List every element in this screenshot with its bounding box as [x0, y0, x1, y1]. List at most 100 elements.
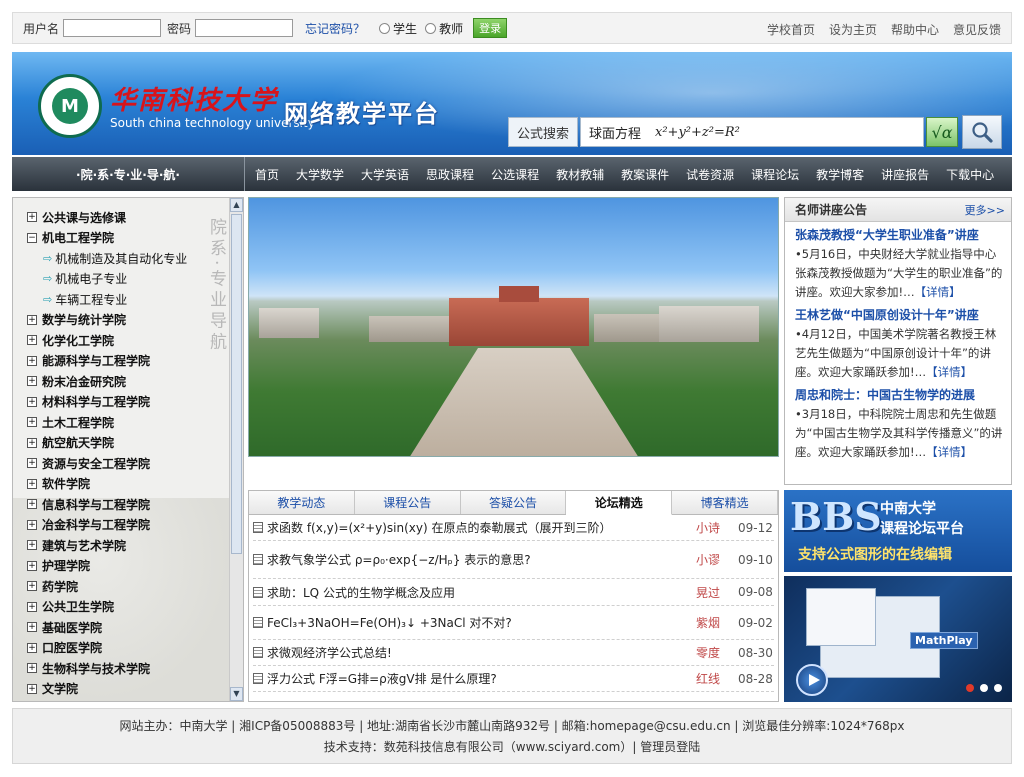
sidebar-item[interactable]: + 建筑与艺术学院: [27, 535, 187, 556]
expand-icon[interactable]: +: [27, 417, 37, 428]
notice-detail-link[interactable]: 【详情】: [926, 445, 972, 459]
sidebar-subitem[interactable]: ⇨ 机械电子专业: [27, 269, 187, 290]
mathplay-slideshow[interactable]: MathPlay: [784, 576, 1012, 702]
expand-icon[interactable]: +: [27, 540, 37, 551]
notice-entry-title[interactable]: 王林艺做“中国原创设计十年”讲座: [795, 306, 1005, 323]
formula-editor-button[interactable]: √α: [926, 117, 958, 147]
notice-entry-title[interactable]: 张森茂教授“大学生职业准备”讲座: [795, 226, 1005, 243]
sidebar-item[interactable]: + 药学院: [27, 576, 187, 597]
notice-more-link[interactable]: 更多>>: [965, 202, 1005, 218]
username-input[interactable]: [63, 19, 162, 37]
forum-post-author[interactable]: 零度: [696, 644, 732, 661]
expand-icon[interactable]: +: [27, 335, 37, 346]
bbs-banner[interactable]: BBS 中南大学 课程论坛平台 支持公式图形的在线编辑: [784, 490, 1012, 572]
help-center-link[interactable]: 帮助中心: [891, 21, 939, 38]
expand-icon[interactable]: +: [27, 314, 37, 325]
forum-list-item[interactable]: 浮力公式 F浮=G排=ρ液gV排 是什么原理? 红线 08-28: [253, 666, 774, 692]
formula-search-input[interactable]: 球面方程 x²+y²+z²=R²: [580, 117, 924, 147]
sidebar-item[interactable]: − 机电工程学院: [27, 228, 187, 249]
nav-item-english[interactable]: 大学英语: [361, 166, 409, 183]
expand-icon[interactable]: +: [27, 642, 37, 653]
scroll-thumb[interactable]: [231, 214, 242, 554]
sidebar-item[interactable]: + 公共课与选修课: [27, 207, 187, 228]
sidebar-item[interactable]: + 化学化工学院: [27, 330, 187, 351]
expand-icon[interactable]: +: [27, 519, 37, 530]
expand-icon[interactable]: +: [27, 663, 37, 674]
teacher-radio[interactable]: [425, 22, 437, 34]
scroll-up-icon[interactable]: ▲: [230, 198, 243, 212]
sidebar-item[interactable]: + 生物科学与技术学院: [27, 658, 187, 679]
school-home-link[interactable]: 学校首页: [767, 21, 815, 38]
nav-item-blog[interactable]: 教学博客: [816, 166, 864, 183]
expand-icon[interactable]: +: [27, 622, 37, 633]
forum-post-author[interactable]: 小谬: [696, 551, 732, 568]
slide-dot[interactable]: [994, 684, 1002, 692]
forum-list-item[interactable]: 求函数 f(x,y)=(x²+y)sin(xy) 在原点的泰勒展式（展开到三阶）…: [253, 515, 774, 541]
feedback-link[interactable]: 意见反馈: [953, 21, 1001, 38]
notice-detail-link[interactable]: 【详情】: [926, 365, 972, 379]
sidebar-item[interactable]: + 文学院: [27, 679, 187, 700]
expand-icon[interactable]: +: [27, 396, 37, 407]
sidebar-scrollbar[interactable]: ▲ ▼: [229, 198, 243, 701]
nav-item-math[interactable]: 大学数学: [296, 166, 344, 183]
nav-item-textbooks[interactable]: 教材教辅: [556, 166, 604, 183]
forum-post-author[interactable]: 紫烟: [696, 614, 732, 631]
nav-item-home[interactable]: 首页: [255, 166, 279, 183]
sidebar-item[interactable]: + 软件学院: [27, 474, 187, 495]
sidebar-item[interactable]: + 数学与统计学院: [27, 310, 187, 331]
sidebar-item[interactable]: + 资源与安全工程学院: [27, 453, 187, 474]
scroll-down-icon[interactable]: ▼: [230, 687, 243, 701]
sidebar-item[interactable]: + 能源科学与工程学院: [27, 351, 187, 372]
forum-post-title[interactable]: 求函数 f(x,y)=(x²+y)sin(xy) 在原点的泰勒展式（展开到三阶）: [267, 519, 696, 536]
expand-icon[interactable]: +: [27, 499, 37, 510]
forum-post-title[interactable]: FeCl₃+3NaOH=Fe(OH)₃↓ +3NaCl 对不对?: [267, 614, 696, 631]
nav-item-forum[interactable]: 课程论坛: [751, 166, 799, 183]
play-icon[interactable]: [796, 664, 828, 696]
nav-item-downloads[interactable]: 下载中心: [946, 166, 994, 183]
sidebar-item[interactable]: + 护理学院: [27, 556, 187, 577]
expand-icon[interactable]: +: [27, 355, 37, 366]
nav-item-politics[interactable]: 思政课程: [426, 166, 474, 183]
forum-post-author[interactable]: 小诗: [696, 519, 732, 536]
sidebar-subitem[interactable]: ⇨ 机械制造及其自动化专业: [27, 248, 187, 269]
notice-detail-link[interactable]: 【详情】: [915, 285, 961, 299]
nav-item-exams[interactable]: 试卷资源: [686, 166, 734, 183]
forum-list-item[interactable]: FeCl₃+3NaOH=Fe(OH)₃↓ +3NaCl 对不对? 紫烟 09-02: [253, 606, 774, 640]
forum-post-title[interactable]: 求微观经济学公式总结!: [267, 644, 696, 661]
forum-post-title[interactable]: 浮力公式 F浮=G排=ρ液gV排 是什么原理?: [267, 670, 696, 687]
password-input[interactable]: [195, 19, 294, 37]
set-homepage-link[interactable]: 设为主页: [829, 21, 877, 38]
sidebar-item[interactable]: + 材料科学与工程学院: [27, 392, 187, 413]
forum-post-author[interactable]: 晃过: [696, 584, 732, 601]
sidebar-item[interactable]: + 口腔医学院: [27, 638, 187, 659]
search-button[interactable]: [962, 115, 1002, 149]
forum-post-title[interactable]: 求教气象学公式 ρ=ρ₀·exp{−z/Hₚ} 表示的意思?: [267, 551, 696, 568]
slide-dot[interactable]: [966, 684, 974, 692]
sidebar-item[interactable]: + 公共卫生学院: [27, 597, 187, 618]
forum-post-title[interactable]: 求助：LQ 公式的生物学概念及应用: [267, 584, 696, 601]
login-button[interactable]: 登录: [473, 18, 508, 38]
tab-teaching-news[interactable]: 教学动态: [249, 491, 355, 514]
expand-icon[interactable]: +: [27, 560, 37, 571]
forum-post-author[interactable]: 红线: [696, 670, 732, 687]
notice-entry-title[interactable]: 周忠和院士：中国古生物学的进展: [795, 386, 1005, 403]
sidebar-subitem[interactable]: ⇨ 车辆工程专业: [27, 289, 187, 310]
expand-icon[interactable]: +: [27, 376, 37, 387]
sidebar-item[interactable]: + 信息科学与工程学院: [27, 494, 187, 515]
tab-forum-picks[interactable]: 论坛精选: [566, 491, 673, 515]
sidebar-item[interactable]: + 冶金科学与工程学院: [27, 515, 187, 536]
forum-list-item[interactable]: 求助：LQ 公式的生物学概念及应用 晃过 09-08: [253, 579, 774, 606]
student-radio[interactable]: [379, 22, 391, 34]
expand-icon[interactable]: +: [27, 437, 37, 448]
forum-list-item[interactable]: 求微观经济学公式总结! 零度 08-30: [253, 640, 774, 666]
sidebar-item[interactable]: + 粉末冶金研究院: [27, 371, 187, 392]
tab-course-notices[interactable]: 课程公告: [354, 491, 461, 514]
slide-dot[interactable]: [980, 684, 988, 692]
sidebar-item[interactable]: + 土木工程学院: [27, 412, 187, 433]
nav-item-courseware[interactable]: 教案课件: [621, 166, 669, 183]
sidebar-item[interactable]: + 基础医学院: [27, 617, 187, 638]
forgot-password-link[interactable]: 忘记密码？: [305, 20, 365, 37]
expand-icon[interactable]: +: [27, 581, 37, 592]
expand-icon[interactable]: +: [27, 478, 37, 489]
expand-icon[interactable]: +: [27, 212, 37, 223]
